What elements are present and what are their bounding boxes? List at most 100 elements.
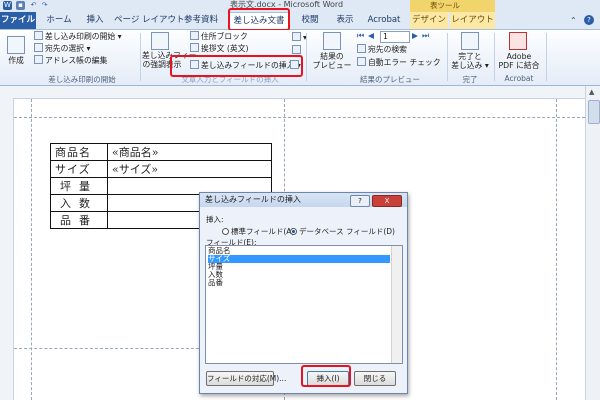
ribbon-tab-row: ファイル ホーム 挿入 ページ レイアウト 参考資料 差し込み文書 校閲 表示 … [0, 12, 600, 30]
next-record-icon[interactable]: ▶ [412, 31, 418, 40]
address-block-button[interactable]: 住所ブロック [190, 31, 248, 42]
address-book-icon [34, 55, 43, 64]
greeting-icon [190, 43, 199, 52]
finish-merge-button[interactable]: 完了と 差し込み ▾ [450, 52, 490, 70]
title-bar: W ▪ ↶ ↷ 表ツール 表示文.docx - Microsoft Word [0, 0, 600, 12]
create-icon[interactable] [7, 36, 25, 54]
field-listbox[interactable]: 商品名 サイズ 坪量 入数 品番 [205, 245, 403, 364]
greeting-line-label: 挨拶文 (英文) [201, 44, 249, 53]
preview-results-icon[interactable] [323, 32, 341, 50]
group-label-preview: 結果のプレビュー [360, 75, 420, 84]
mail-merge-icon [34, 31, 43, 40]
find-recipient-button[interactable]: 宛先の検索 [357, 44, 407, 55]
radio-database-icon [290, 228, 297, 235]
ribbon-separator [447, 33, 448, 81]
ribbon-separator [140, 33, 141, 81]
vertical-scrollbar[interactable]: ▲ [585, 86, 600, 400]
tab-design[interactable]: デザイン [410, 12, 448, 29]
create-button[interactable]: 作成 [4, 56, 28, 65]
dialog-title-bar[interactable]: 差し込みフィールドの挿入 ? X [200, 193, 407, 207]
group-label-acrobat: Acrobat [504, 74, 534, 83]
list-item-selected[interactable]: サイズ [208, 255, 390, 263]
contextual-tab-band: 表ツール [410, 0, 495, 12]
tab-insert[interactable]: 挿入 [80, 12, 110, 29]
scroll-up-icon[interactable]: ▲ [589, 88, 594, 96]
margin-guide [31, 99, 32, 400]
highlight-insert-button [301, 365, 351, 387]
list-item[interactable]: 坪量 [208, 263, 390, 271]
edit-address-book-label: アドレス帳の編集 [45, 56, 108, 65]
horizontal-ruler[interactable] [0, 86, 600, 99]
start-merge-button[interactable]: 差し込み印刷の開始 ▾ [34, 31, 122, 42]
list-item[interactable]: 商品名 [208, 247, 390, 255]
finish-merge-icon[interactable] [461, 32, 479, 50]
start-merge-label: 差し込み印刷の開始 [45, 32, 116, 41]
insert-label: 挿入: [206, 215, 224, 224]
edit-address-book-button[interactable]: アドレス帳の編集 [34, 55, 107, 66]
highlight-mailings-tab [228, 8, 290, 31]
tab-review[interactable]: 校閲 [296, 12, 324, 29]
adobe-line2: PDF に結合 [498, 61, 540, 70]
table-cell-label[interactable]: 品番 [50, 211, 108, 229]
close-button[interactable]: 閉じる [354, 371, 396, 386]
dialog-title: 差し込みフィールドの挿入 [205, 195, 301, 204]
preview-line2: プレビュー [312, 61, 352, 70]
table-row: 商品名 «商品名» [50, 143, 272, 161]
group-label-start: 差し込み印刷の開始 [48, 75, 116, 84]
adobe-pdf-icon[interactable] [509, 32, 527, 50]
tab-home[interactable]: ホーム [41, 12, 77, 29]
greeting-line-button[interactable]: 挨拶文 (英文) [190, 43, 249, 54]
table-cell-value[interactable]: «商品名» [107, 143, 272, 161]
finish-line1: 完了と [458, 52, 482, 61]
dialog-close-button[interactable]: X [372, 195, 402, 207]
radio-standard-field[interactable]: 標準フィールド(A) [222, 226, 294, 237]
preview-results-button[interactable]: 結果の プレビュー [312, 52, 352, 70]
find-recipient-icon [357, 44, 366, 53]
list-item[interactable]: 品番 [208, 279, 390, 287]
table-cell-value[interactable]: «サイズ» [107, 160, 272, 178]
find-recipient-label: 宛先の検索 [368, 45, 407, 54]
tab-page-layout[interactable]: ページ レイアウト [114, 12, 185, 29]
auto-check-button[interactable]: 自動エラー チェック [357, 57, 441, 68]
word-app-icon: W [3, 1, 12, 10]
undo-icon[interactable]: ↶ [29, 1, 38, 10]
match-fields-icon[interactable] [292, 45, 303, 55]
tab-view[interactable]: 表示 [330, 12, 360, 29]
help-icon[interactable]: ? [584, 15, 594, 25]
table-cell-label[interactable]: サイズ [50, 160, 108, 178]
adobe-merge-button[interactable]: Adobe PDF に結合 [494, 52, 544, 70]
margin-guide [14, 348, 199, 349]
contextual-group-label: 表ツール [430, 1, 460, 10]
scroll-thumb[interactable] [588, 100, 600, 124]
prev-record-icon[interactable]: ◀ [368, 31, 374, 40]
listbox-scrollbar[interactable] [391, 246, 402, 363]
select-recipients-button[interactable]: 宛先の選択 ▾ [34, 43, 90, 54]
table-cell-label[interactable]: 坪量 [50, 177, 108, 195]
table-cell-label[interactable]: 入数 [50, 194, 108, 212]
list-item[interactable]: 入数 [208, 271, 390, 279]
redo-icon[interactable]: ↷ [40, 1, 49, 10]
record-number-input[interactable]: 1 [380, 31, 410, 43]
highlight-fields-icon[interactable] [151, 32, 169, 50]
tab-acrobat[interactable]: Acrobat [364, 12, 404, 29]
rules-icon[interactable]: ▾ [292, 32, 307, 42]
auto-check-label: 自動エラー チェック [368, 58, 441, 67]
address-block-label: 住所ブロック [201, 32, 248, 41]
first-record-icon[interactable]: ⏮ [357, 31, 364, 41]
vertical-ruler[interactable] [0, 98, 14, 400]
last-record-icon[interactable]: ⏭ [422, 31, 429, 41]
table-row: サイズ «サイズ» [50, 160, 272, 178]
ribbon-separator [306, 33, 307, 81]
ribbon-collapse-icon[interactable]: ⌃ [570, 16, 577, 25]
radio-database-field[interactable]: データベース フィールド(D) [290, 226, 395, 237]
save-icon[interactable]: ▪ [16, 1, 25, 10]
match-fields-button[interactable]: フィールドの対応(M)... [206, 371, 286, 386]
finish-line2: 差し込み [451, 61, 483, 70]
address-block-icon [190, 31, 199, 40]
tab-file[interactable]: ファイル [0, 12, 36, 29]
margin-guide [556, 99, 557, 400]
tab-layout[interactable]: レイアウト [450, 12, 495, 29]
table-cell-label[interactable]: 商品名 [50, 143, 108, 161]
tab-references[interactable]: 参考資料 [180, 12, 222, 29]
dialog-help-button[interactable]: ? [350, 195, 370, 207]
